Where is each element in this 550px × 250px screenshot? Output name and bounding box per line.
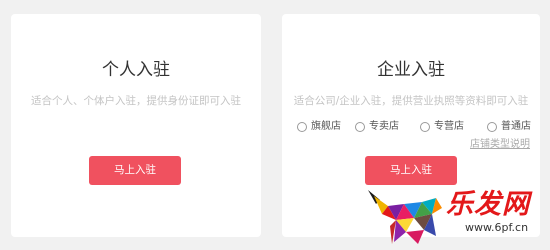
store-type-option-specialty[interactable]: 专营店 [420,120,464,134]
watermark-brand: 乐发网 [446,189,530,220]
watermark: 乐发网 www.6pf.cn [366,186,546,248]
personal-join-button[interactable]: 马上入驻 [89,156,181,185]
radio-button[interactable] [487,122,497,132]
store-type-option-exclusive[interactable]: 专卖店 [355,120,399,134]
store-type-option-regular[interactable]: 普通店 [487,120,531,134]
watermark-url: www.6pf.cn [465,221,529,234]
personal-card-title: 个人入驻 [102,60,170,80]
bull-logo-icon [368,190,442,244]
enterprise-card-description: 适合公司/企业入驻，提供营业执照等资料即可入驻 [293,95,529,107]
store-type-option-flagship[interactable]: 旗舰店 [297,120,341,134]
radio-button[interactable] [355,122,365,132]
enterprise-card-title: 企业入驻 [377,60,445,80]
radio-button[interactable] [297,122,307,132]
store-type-label: 专卖店 [369,121,399,132]
personal-join-card: 个人入驻 适合个人、个体户入驻，提供身份证即可入驻 马上入驻 [11,14,261,237]
store-type-label: 旗舰店 [311,121,341,132]
store-type-label: 普通店 [501,121,531,132]
enterprise-join-button[interactable]: 马上入驻 [365,156,457,185]
personal-card-description: 适合个人、个体户入驻，提供身份证即可入驻 [31,95,241,107]
radio-button[interactable] [420,122,430,132]
store-type-radio-group: 旗舰店 专卖店 专营店 普通店 [289,120,533,136]
store-type-explanation-link[interactable]: 店铺类型说明 [470,138,530,152]
store-type-label: 专营店 [434,121,464,132]
